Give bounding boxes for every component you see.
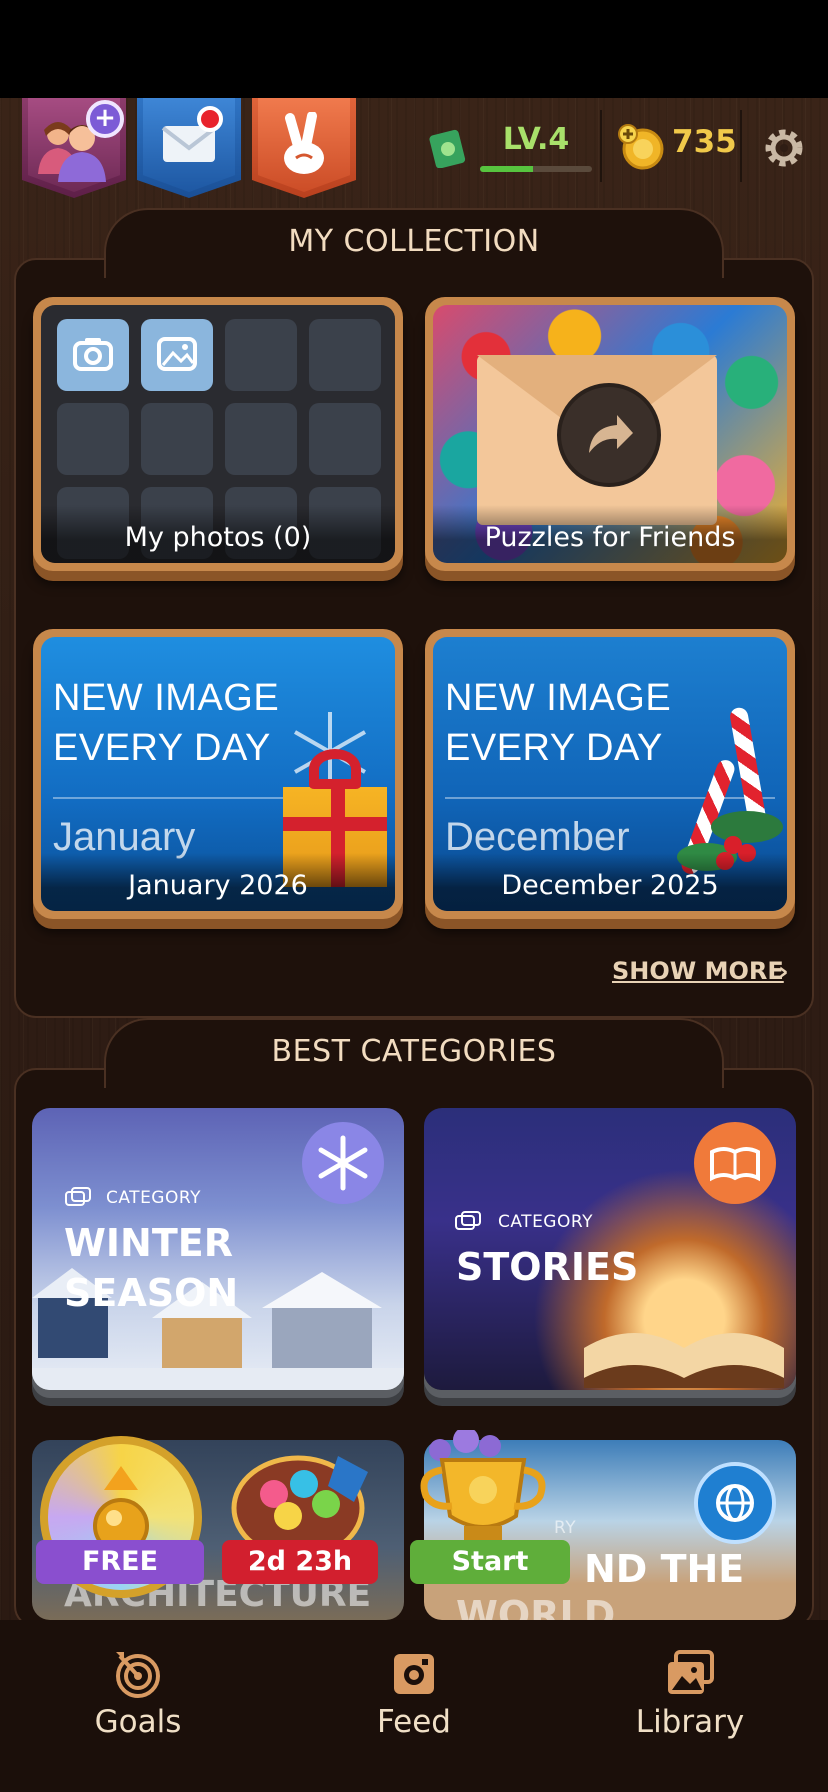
mail-icon	[137, 112, 241, 168]
puzzles-for-friends-tile[interactable]: Puzzles for Friends	[425, 297, 795, 571]
notification-dot	[197, 106, 223, 132]
photo-slot	[225, 403, 297, 475]
category-kicker: CATEGORY	[498, 1212, 593, 1232]
january-daily-tile[interactable]: NEW IMAGE EVERY DAY January January 2026	[33, 629, 403, 919]
peace-hand-icon	[252, 112, 356, 178]
free-spin-button[interactable]: FREE	[36, 1540, 204, 1584]
stories-category-card[interactable]: CATEGORY STORIES	[424, 1108, 796, 1390]
photo-slot	[309, 319, 381, 391]
nav-feed-label: Feed	[377, 1704, 451, 1740]
divider	[600, 110, 602, 182]
art-title-line-2: EVERY DAY	[53, 727, 271, 769]
gallery-icon	[668, 1650, 714, 1694]
level-progress-fill	[480, 166, 533, 172]
book-badge	[694, 1122, 776, 1204]
tile-caption: Puzzles for Friends	[433, 505, 787, 563]
nav-library[interactable]: Library	[590, 1620, 790, 1792]
friends-button[interactable]: +	[22, 98, 126, 198]
photo-slot	[141, 403, 213, 475]
photo-slot	[225, 319, 297, 391]
tile-caption: My photos (0)	[41, 505, 395, 563]
event-timer: 2d 23h	[222, 1540, 378, 1584]
nav-feed[interactable]: Feed	[314, 1620, 514, 1792]
category-title-partial-2: WORLD	[456, 1593, 616, 1620]
best-categories-title: BEST CATEGORIES	[271, 1034, 557, 1069]
share-button[interactable]	[557, 383, 661, 487]
art-title-line-2: EVERY DAY	[445, 727, 663, 769]
category-cards-icon	[455, 1211, 481, 1230]
globe-badge	[694, 1462, 776, 1544]
level-label: LV.4	[502, 122, 570, 157]
instagram-icon	[394, 1654, 434, 1694]
gear-icon[interactable]	[760, 124, 808, 172]
tile-caption: January 2026	[41, 853, 395, 911]
target-icon	[116, 1652, 160, 1698]
image-icon	[157, 337, 197, 371]
level-progress-bar	[480, 166, 592, 172]
globe-icon	[716, 1484, 754, 1522]
coin-balance: 735	[672, 124, 737, 160]
book-sparkle-icon	[710, 1147, 760, 1182]
snowflake-icon	[318, 1135, 368, 1191]
category-title-partial: ND THE	[584, 1547, 745, 1591]
divider	[740, 110, 742, 182]
category-title-line-1: STORIES	[456, 1245, 639, 1289]
category-title-line-2: SEASON	[64, 1271, 239, 1315]
camera-button[interactable]	[57, 319, 129, 391]
nav-goals-label: Goals	[94, 1704, 182, 1740]
snowflake-badge	[302, 1122, 384, 1204]
peace-button[interactable]	[252, 98, 356, 198]
chevron-right-icon[interactable]: ›	[778, 957, 789, 987]
winter-season-category-card[interactable]: CATEGORY WINTER SEASON	[32, 1108, 404, 1390]
add-friend-icon: +	[86, 100, 124, 138]
art-title-line-1: NEW IMAGE	[445, 677, 672, 719]
category-title-line-1: WINTER	[64, 1221, 233, 1265]
share-arrow-icon	[589, 415, 633, 453]
photo-slot	[57, 403, 129, 475]
photo-slot	[309, 403, 381, 475]
camera-icon	[73, 338, 113, 371]
status-bar	[0, 0, 828, 98]
category-cards-icon	[65, 1187, 91, 1206]
open-book-image	[584, 1333, 784, 1388]
tile-caption: December 2025	[433, 853, 787, 911]
mail-button[interactable]	[137, 98, 241, 198]
my-collection-title: MY COLLECTION	[288, 224, 540, 259]
gallery-button[interactable]	[141, 319, 213, 391]
nav-library-label: Library	[635, 1704, 745, 1740]
top-bar: + LV.4 735	[0, 98, 828, 198]
december-daily-tile[interactable]: NEW IMAGE EVERY DAY December December 20…	[425, 629, 795, 919]
coin-icon[interactable]	[618, 124, 664, 170]
start-event-button[interactable]: Start	[410, 1540, 570, 1584]
my-photos-tile[interactable]: My photos (0)	[33, 297, 403, 571]
art-title-line-1: NEW IMAGE	[53, 677, 280, 719]
category-kicker: CATEGORY	[106, 1188, 201, 1208]
bottom-navigation: Goals Feed Library	[0, 1620, 828, 1792]
show-more-link[interactable]: SHOW MORE	[612, 957, 784, 985]
ticket-icon	[429, 129, 466, 168]
nav-goals[interactable]: Goals	[38, 1620, 238, 1792]
